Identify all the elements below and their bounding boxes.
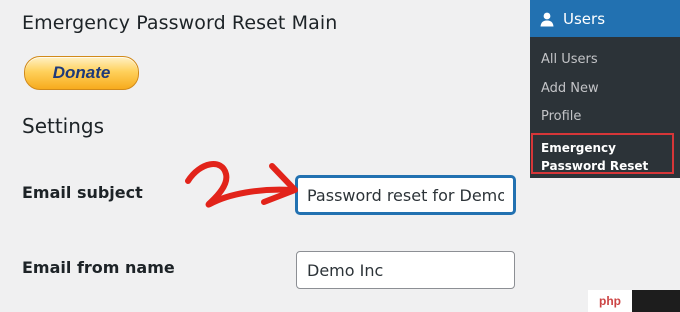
email-from-name-label: Email from name bbox=[22, 258, 175, 277]
sidebar-item-profile[interactable]: Profile bbox=[541, 109, 581, 124]
email-subject-input[interactable] bbox=[296, 176, 515, 214]
sidebar-menu-users-label: Users bbox=[563, 9, 606, 28]
email-from-name-input[interactable] bbox=[296, 251, 515, 289]
sidebar-item-label: Emergency Password Reset bbox=[541, 141, 649, 173]
red-arrow-annotation bbox=[185, 161, 298, 208]
admin-sidebar: Users All Users Add New Profile Emergenc… bbox=[530, 0, 680, 178]
email-subject-label: Email subject bbox=[22, 183, 143, 202]
users-submenu: All Users Add New Profile Emergency Pass… bbox=[530, 37, 680, 178]
user-icon bbox=[540, 12, 554, 26]
donate-button[interactable]: Donate bbox=[24, 56, 139, 90]
page-title: Emergency Password Reset Main bbox=[22, 12, 338, 34]
sidebar-item-add-new[interactable]: Add New bbox=[541, 81, 599, 96]
watermark: php bbox=[588, 290, 680, 312]
sidebar-item-all-users[interactable]: All Users bbox=[541, 52, 598, 67]
sidebar-item-emergency-password-reset[interactable]: Emergency Password Reset bbox=[531, 133, 674, 174]
watermark-text: php bbox=[599, 294, 621, 308]
settings-heading: Settings bbox=[22, 114, 105, 138]
sidebar-menu-users[interactable]: Users bbox=[530, 0, 680, 37]
